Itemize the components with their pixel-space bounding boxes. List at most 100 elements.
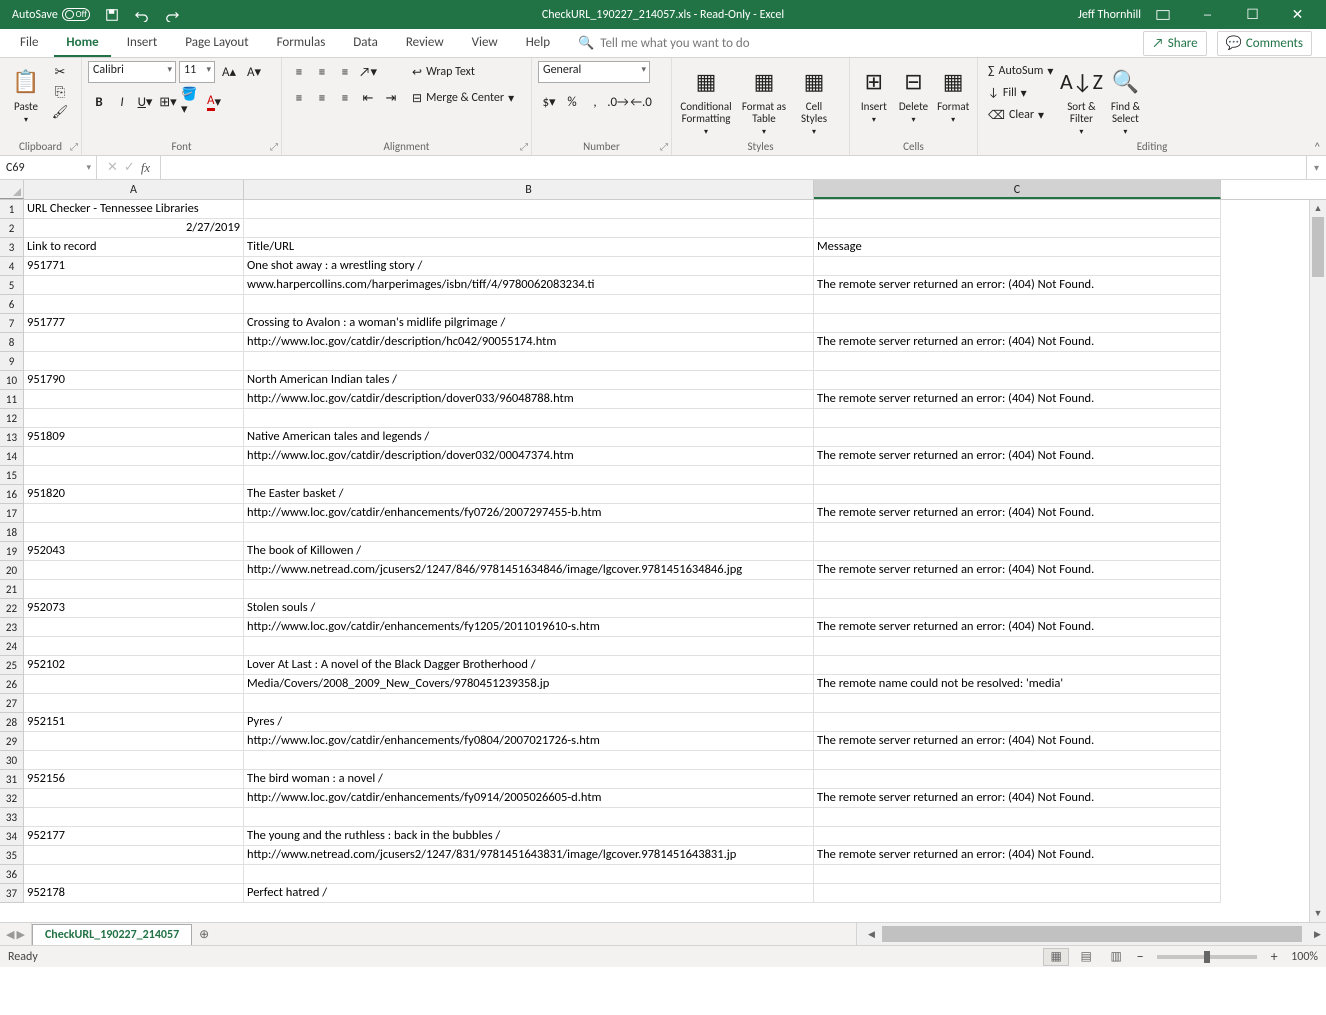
- cell-A14[interactable]: [24, 447, 244, 466]
- cell-A24[interactable]: [24, 637, 244, 656]
- tab-scroll-left-icon[interactable]: ◀: [6, 928, 14, 941]
- close-button[interactable]: ✕: [1275, 0, 1320, 29]
- percent-icon[interactable]: %: [561, 91, 583, 113]
- cell-B1[interactable]: [244, 200, 814, 219]
- cell-C31[interactable]: [814, 770, 1221, 789]
- cell-A15[interactable]: [24, 466, 244, 485]
- cell-A26[interactable]: [24, 675, 244, 694]
- col-header-C[interactable]: C: [814, 180, 1221, 199]
- comments-button[interactable]: 💬Comments: [1217, 31, 1312, 56]
- cell-C11[interactable]: The remote server returned an error: (40…: [814, 390, 1221, 409]
- cell-C23[interactable]: The remote server returned an error: (40…: [814, 618, 1221, 637]
- row-header[interactable]: 1: [0, 200, 24, 219]
- tab-home[interactable]: Home: [54, 30, 110, 57]
- autosave-toggle[interactable]: AutoSave Off: [8, 7, 94, 23]
- cell-B12[interactable]: [244, 409, 814, 428]
- decrease-indent-icon[interactable]: ⇤: [357, 87, 379, 109]
- cell-B34[interactable]: The young and the ruthless : back in the…: [244, 827, 814, 846]
- delete-cells-button[interactable]: ⊟Delete▾: [896, 61, 932, 125]
- scroll-thumb-h[interactable]: [882, 926, 1302, 942]
- cell-A32[interactable]: [24, 789, 244, 808]
- cell-C7[interactable]: [814, 314, 1221, 333]
- cell-C6[interactable]: [814, 295, 1221, 314]
- scroll-thumb-v[interactable]: [1312, 217, 1324, 277]
- merge-center-button[interactable]: ⊟Merge & Center ▾: [406, 87, 520, 109]
- number-format-dropdown[interactable]: General: [538, 61, 650, 83]
- cell-A16[interactable]: 951820: [24, 485, 244, 504]
- cell-C24[interactable]: [814, 637, 1221, 656]
- insert-cells-button[interactable]: ⊞Insert▾: [856, 61, 892, 125]
- cell-A13[interactable]: 951809: [24, 428, 244, 447]
- clipboard-dialog-launcher[interactable]: ⤢: [70, 140, 78, 153]
- currency-icon[interactable]: $▾: [538, 91, 560, 113]
- cell-B20[interactable]: http://www.netread.com/jcusers2/1247/846…: [244, 561, 814, 580]
- cell-C35[interactable]: The remote server returned an error: (40…: [814, 846, 1221, 865]
- orientation-icon[interactable]: ↗▾: [357, 61, 379, 83]
- share-button[interactable]: ↗Share: [1143, 31, 1206, 56]
- cell-A1[interactable]: URL Checker - Tennessee Libraries: [24, 200, 244, 219]
- scroll-down-icon[interactable]: ▼: [1310, 905, 1326, 922]
- row-header[interactable]: 31: [0, 770, 24, 789]
- wrap-text-button[interactable]: ↩Wrap Text: [406, 61, 520, 83]
- cell-B3[interactable]: Title/URL: [244, 238, 814, 257]
- cell-C15[interactable]: [814, 466, 1221, 485]
- row-header[interactable]: 8: [0, 333, 24, 352]
- sheet-tab-active[interactable]: CheckURL_190227_214057: [32, 924, 192, 945]
- row-header[interactable]: 7: [0, 314, 24, 333]
- cell-A36[interactable]: [24, 865, 244, 884]
- name-box[interactable]: C69: [0, 156, 97, 179]
- scroll-right-icon[interactable]: ▶: [1309, 929, 1326, 940]
- enter-formula-icon[interactable]: ✓: [124, 160, 135, 175]
- row-header[interactable]: 16: [0, 485, 24, 504]
- cell-B7[interactable]: Crossing to Avalon : a woman's midlife p…: [244, 314, 814, 333]
- cell-B31[interactable]: The bird woman : a novel /: [244, 770, 814, 789]
- increase-decimal-icon[interactable]: .0→: [607, 91, 629, 113]
- zoom-out-button[interactable]: −: [1133, 948, 1147, 965]
- row-header[interactable]: 15: [0, 466, 24, 485]
- page-break-view-icon[interactable]: ▥: [1103, 948, 1129, 966]
- cell-B2[interactable]: [244, 219, 814, 238]
- cell-C34[interactable]: [814, 827, 1221, 846]
- tell-me-search[interactable]: 🔍 Tell me what you want to do: [578, 36, 750, 51]
- cell-A11[interactable]: [24, 390, 244, 409]
- cell-C4[interactable]: [814, 257, 1221, 276]
- underline-button[interactable]: U▾: [134, 91, 156, 113]
- row-header[interactable]: 30: [0, 751, 24, 770]
- cell-C22[interactable]: [814, 599, 1221, 618]
- cell-C32[interactable]: The remote server returned an error: (40…: [814, 789, 1221, 808]
- cell-B10[interactable]: North American Indian tales /: [244, 371, 814, 390]
- cell-B4[interactable]: One shot away : a wrestling story /: [244, 257, 814, 276]
- row-header[interactable]: 35: [0, 846, 24, 865]
- cell-C16[interactable]: [814, 485, 1221, 504]
- find-select-button[interactable]: 🔍Find & Select▾: [1105, 61, 1145, 137]
- align-right-icon[interactable]: ≡: [334, 87, 356, 109]
- row-header[interactable]: 23: [0, 618, 24, 637]
- cell-C3[interactable]: Message: [814, 238, 1221, 257]
- cell-A22[interactable]: 952073: [24, 599, 244, 618]
- cell-A27[interactable]: [24, 694, 244, 713]
- horizontal-scrollbar[interactable]: ◀ ▶: [856, 923, 1326, 945]
- row-header[interactable]: 2: [0, 219, 24, 238]
- zoom-level[interactable]: 100%: [1291, 950, 1318, 964]
- font-dialog-launcher[interactable]: ⤢: [270, 140, 278, 153]
- cell-A31[interactable]: 952156: [24, 770, 244, 789]
- sort-filter-button[interactable]: A↓ZSort & Filter▾: [1061, 61, 1101, 137]
- select-all-corner[interactable]: [0, 180, 24, 199]
- cell-B19[interactable]: The book of Killowen /: [244, 542, 814, 561]
- row-header[interactable]: 36: [0, 865, 24, 884]
- row-header[interactable]: 17: [0, 504, 24, 523]
- align-middle-icon[interactable]: ≡: [311, 61, 333, 83]
- cell-C33[interactable]: [814, 808, 1221, 827]
- cell-A6[interactable]: [24, 295, 244, 314]
- cell-C36[interactable]: [814, 865, 1221, 884]
- fill-color-button[interactable]: 🪣▾: [180, 91, 202, 113]
- row-header[interactable]: 12: [0, 409, 24, 428]
- row-header[interactable]: 25: [0, 656, 24, 675]
- normal-view-icon[interactable]: ▦: [1043, 948, 1069, 966]
- row-header[interactable]: 10: [0, 371, 24, 390]
- cell-B28[interactable]: Pyres /: [244, 713, 814, 732]
- cell-B13[interactable]: Native American tales and legends /: [244, 428, 814, 447]
- cell-C5[interactable]: The remote server returned an error: (40…: [814, 276, 1221, 295]
- format-cells-button[interactable]: ▦Format▾: [935, 61, 971, 125]
- row-header[interactable]: 34: [0, 827, 24, 846]
